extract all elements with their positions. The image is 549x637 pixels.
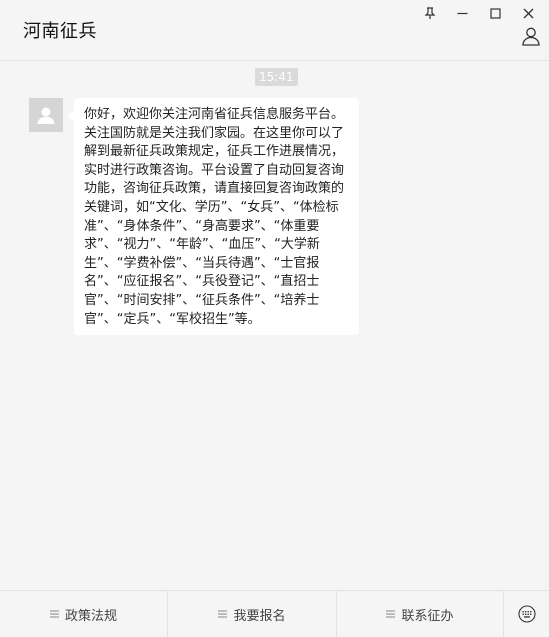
close-icon <box>523 8 534 18</box>
bottom-menu: 政策法规 我要报名 联系征办 <box>0 590 549 637</box>
close-button[interactable] <box>512 3 545 23</box>
message-timestamp: 15:41 <box>255 68 298 86</box>
user-profile-icon <box>522 27 540 46</box>
keyboard-icon <box>517 605 536 623</box>
pin-icon <box>424 6 435 19</box>
chat-window: 河南征兵 15:41 你好，欢迎你关注河南省征兵信息服务平台。关注国防就是关注我… <box>0 0 549 637</box>
profile-button[interactable] <box>521 26 541 46</box>
chat-title: 河南征兵 <box>23 21 97 42</box>
menu-list-icon <box>386 607 396 622</box>
menu-list-icon <box>49 607 59 622</box>
menu-policy-button[interactable]: 政策法规 <box>0 591 168 637</box>
menu-policy-label: 政策法规 <box>64 608 117 624</box>
chat-header: 河南征兵 <box>0 0 549 61</box>
menu-contact-button[interactable]: 联系征办 <box>337 591 504 637</box>
menu-signup-label: 我要报名 <box>233 608 286 624</box>
maximize-button[interactable] <box>479 3 512 23</box>
pin-button[interactable] <box>413 3 446 23</box>
minimize-icon <box>457 12 468 14</box>
menu-contact-label: 联系征办 <box>401 608 454 624</box>
window-controls <box>413 3 545 23</box>
menu-list-icon <box>218 607 228 622</box>
minimize-button[interactable] <box>446 3 479 23</box>
chat-area[interactable]: 15:41 你好，欢迎你关注河南省征兵信息服务平台。关注国防就是关注我们家园。在… <box>0 62 549 590</box>
maximize-icon <box>490 7 501 19</box>
avatar[interactable] <box>29 98 63 132</box>
switch-to-keyboard-button[interactable] <box>504 591 549 637</box>
default-avatar-icon <box>37 107 55 124</box>
message-bubble[interactable]: 你好，欢迎你关注河南省征兵信息服务平台。关注国防就是关注我们家园。在这里你可以了… <box>68 98 359 336</box>
menu-signup-button[interactable]: 我要报名 <box>168 591 337 637</box>
